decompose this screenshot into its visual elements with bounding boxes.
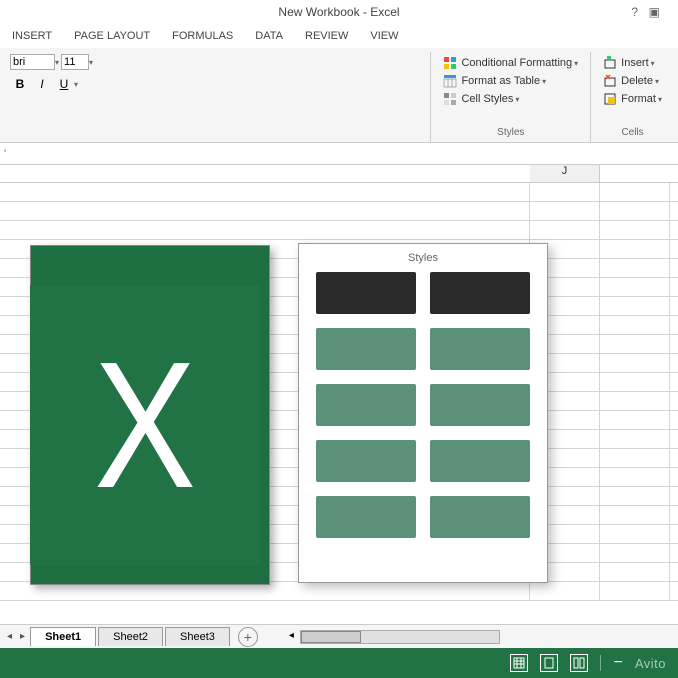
help-icon[interactable]: ?: [631, 5, 638, 19]
page-layout-view-button[interactable]: [540, 654, 558, 672]
grid-row[interactable]: [0, 221, 678, 240]
ribbon-tabs: INSERT PAGE LAYOUT FORMULAS DATA REVIEW …: [0, 24, 678, 48]
sheet-tab-3[interactable]: Sheet3: [165, 627, 230, 646]
style-swatch-green[interactable]: [316, 328, 416, 370]
cells-group-label: Cells: [599, 127, 666, 140]
status-bar: − Avito: [0, 648, 678, 678]
sheet-tab-1[interactable]: Sheet1: [30, 627, 96, 646]
scroll-thumb[interactable]: [301, 631, 361, 643]
scroll-left-icon[interactable]: ◂: [289, 630, 294, 641]
divider: [600, 655, 601, 671]
italic-button[interactable]: I: [32, 74, 52, 94]
col-header-j[interactable]: J: [530, 165, 600, 182]
zoom-out-icon[interactable]: −: [613, 654, 622, 672]
horizontal-scrollbar[interactable]: ◂: [300, 630, 500, 644]
grid-row[interactable]: [0, 183, 678, 202]
tab-formulas[interactable]: FORMULAS: [172, 30, 233, 42]
styles-group: Conditional Formatting ▾ Format as Table…: [430, 52, 591, 142]
delete-icon: [603, 74, 617, 88]
format-as-table-button[interactable]: Format as Table ▾: [439, 72, 582, 90]
title-bar: New Workbook - Excel ? ▣: [0, 0, 678, 24]
window-title: New Workbook - Excel: [278, 5, 399, 19]
bold-button[interactable]: B: [10, 74, 30, 94]
styles-gallery-popup: Styles: [298, 243, 548, 583]
cells-group: Insert ▾ Delete ▾ Format ▾ Cells: [591, 52, 674, 142]
ribbon: ▾ ▾ B I U ▾ Conditional Formatting ▾ For…: [0, 48, 678, 143]
chevron-down-icon: ▾: [515, 95, 519, 104]
column-headers: J: [0, 165, 678, 183]
style-swatch-green[interactable]: [430, 384, 530, 426]
cell-styles-button[interactable]: Cell Styles ▾: [439, 90, 582, 108]
chevron-down-icon[interactable]: ▾: [89, 58, 93, 67]
restore-window-icon[interactable]: ▣: [649, 5, 660, 19]
chevron-down-icon: ▾: [542, 77, 546, 86]
sheet-tabs-bar: ◂ ▸ Sheet1 Sheet2 Sheet3 + ◂: [0, 624, 678, 648]
sheet-tab-2[interactable]: Sheet2: [98, 627, 163, 646]
chevron-down-icon[interactable]: ▾: [74, 80, 78, 89]
insert-button[interactable]: Insert ▾: [599, 54, 666, 72]
excel-x-icon: X: [94, 322, 196, 529]
delete-button[interactable]: Delete ▾: [599, 72, 666, 90]
chevron-down-icon: ▾: [574, 59, 578, 68]
apostrophe-indicator: ': [4, 148, 6, 160]
font-name-select[interactable]: [10, 54, 55, 70]
sheet-area: J B Styles: [0, 165, 678, 625]
tab-view[interactable]: VIEW: [370, 30, 398, 42]
normal-view-button[interactable]: [510, 654, 528, 672]
tab-nav-prev-icon[interactable]: ◂: [4, 631, 15, 642]
tab-insert[interactable]: INSERT: [12, 30, 52, 42]
format-button[interactable]: Format ▾: [599, 90, 666, 108]
styles-popup-title: Styles: [307, 252, 539, 264]
style-swatch-green[interactable]: [316, 496, 416, 538]
styles-group-label: Styles: [439, 127, 582, 140]
logo-front-panel: X: [30, 285, 260, 565]
conditional-formatting-button[interactable]: Conditional Formatting ▾: [439, 54, 582, 72]
insert-icon: [603, 56, 617, 70]
style-swatch-green[interactable]: [430, 328, 530, 370]
style-swatch-green[interactable]: [430, 496, 530, 538]
tab-data[interactable]: DATA: [255, 30, 283, 42]
col-spacer: [0, 165, 530, 182]
conditional-formatting-icon: [443, 56, 457, 70]
style-swatch-green[interactable]: [316, 384, 416, 426]
font-group: ▾ ▾ B I U ▾: [4, 52, 99, 142]
tab-nav-next-icon[interactable]: ▸: [17, 631, 28, 642]
style-swatch-dark[interactable]: [316, 272, 416, 314]
chevron-down-icon: ▾: [651, 59, 655, 68]
tab-review[interactable]: REVIEW: [305, 30, 348, 42]
new-sheet-button[interactable]: +: [238, 627, 258, 647]
font-size-select[interactable]: [61, 54, 89, 70]
formula-bar[interactable]: ': [0, 143, 678, 165]
style-swatch-green[interactable]: [430, 440, 530, 482]
excel-logo: X: [30, 245, 290, 605]
chevron-down-icon: ▾: [658, 95, 662, 104]
chevron-down-icon[interactable]: ▾: [55, 58, 59, 67]
style-swatch-green[interactable]: [316, 440, 416, 482]
chevron-down-icon: ▾: [655, 77, 659, 86]
watermark: Avito: [635, 656, 666, 671]
tab-page-layout[interactable]: PAGE LAYOUT: [74, 30, 150, 42]
table-icon: [443, 74, 457, 88]
page-break-view-button[interactable]: [570, 654, 588, 672]
style-swatch-dark[interactable]: [430, 272, 530, 314]
format-icon: [603, 92, 617, 106]
underline-button[interactable]: U: [54, 74, 74, 94]
grid-row[interactable]: [0, 202, 678, 221]
cell-styles-icon: [443, 92, 457, 106]
style-swatches: [307, 272, 539, 538]
